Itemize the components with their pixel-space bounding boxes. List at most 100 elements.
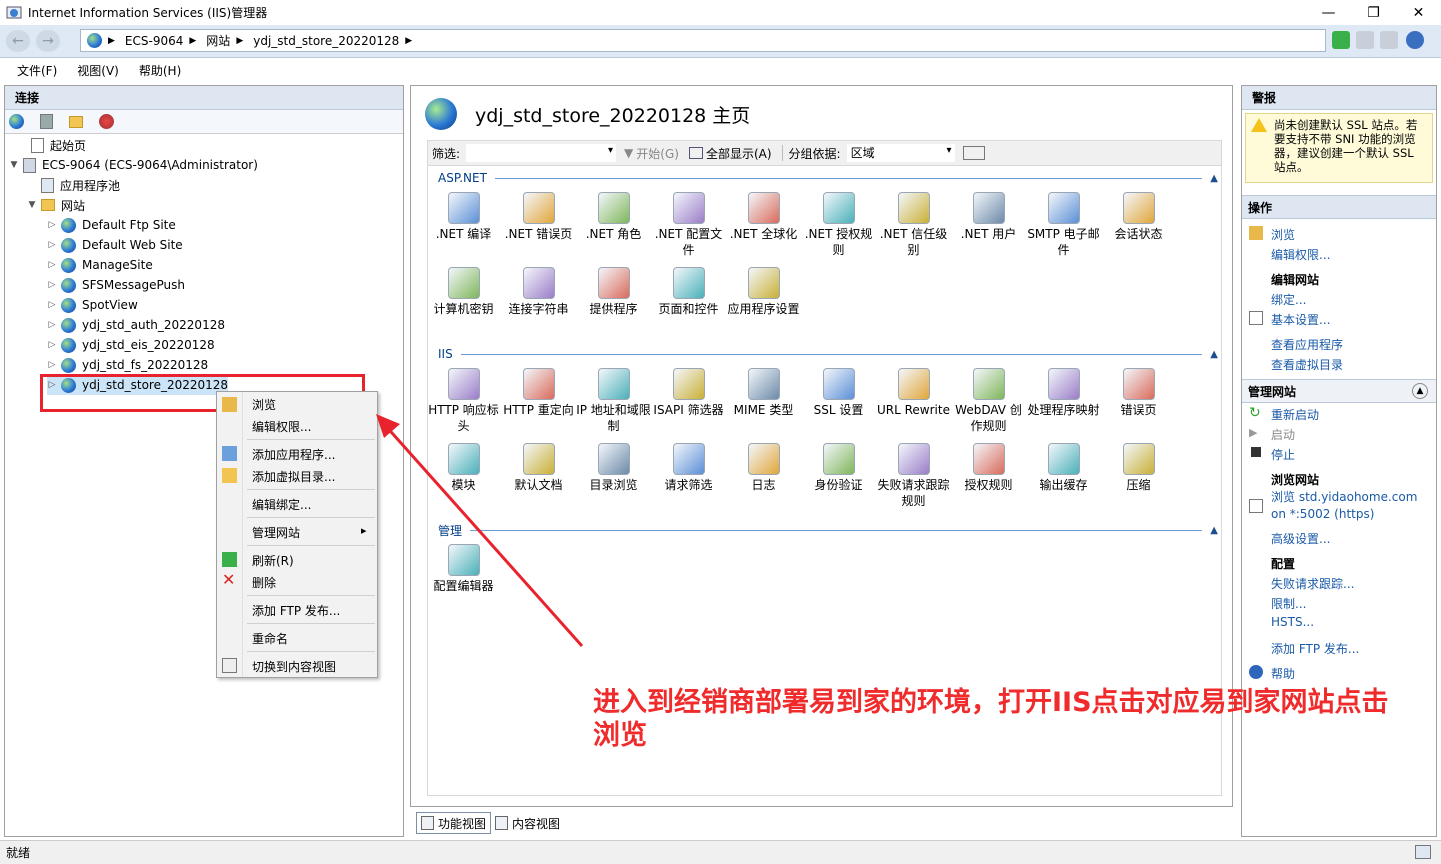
menu-item-add-ftp[interactable]: 添加 FTP 发布...: [252, 602, 340, 619]
action-basic-settings[interactable]: 基本设置...: [1271, 311, 1330, 328]
feature-item[interactable]: 应用程序设置: [726, 267, 801, 317]
feature-item[interactable]: 压缩: [1101, 443, 1176, 493]
feature-item[interactable]: 错误页: [1101, 368, 1176, 418]
feature-item[interactable]: 连接字符串: [501, 267, 576, 317]
minimize-button[interactable]: —: [1306, 0, 1351, 25]
chevron-right-icon[interactable]: ▷: [47, 360, 57, 370]
tree-site[interactable]: ▷ Default Web Site: [47, 235, 183, 255]
action-edit-permissions[interactable]: 编辑权限...: [1271, 246, 1330, 263]
manage-site-header[interactable]: 管理网站 ▲: [1242, 379, 1436, 403]
chevron-right-icon[interactable]: ▷: [47, 220, 57, 230]
menu-item-manage-site[interactable]: 管理网站: [252, 524, 300, 541]
menu-item-refresh[interactable]: 刷新(R): [252, 552, 294, 569]
chevron-right-icon[interactable]: ▷: [47, 260, 57, 270]
collapse-icon[interactable]: ▲: [1412, 383, 1428, 399]
menu-item-edit-permissions[interactable]: 编辑权限...: [252, 418, 311, 435]
help-icon[interactable]: [1406, 31, 1424, 49]
home-icon[interactable]: [1380, 31, 1398, 49]
feature-item[interactable]: .NET 全球化: [726, 192, 801, 242]
stop-icon[interactable]: [1356, 31, 1374, 49]
chevron-down-icon[interactable]: ▼: [9, 160, 19, 170]
feature-item[interactable]: .NET 错误页: [501, 192, 576, 242]
feature-item[interactable]: .NET 配置文件: [651, 192, 726, 258]
disconnect-icon[interactable]: [99, 114, 114, 129]
feature-item[interactable]: 失败请求跟踪规则: [876, 443, 951, 509]
menu-item-add-application[interactable]: 添加应用程序...: [252, 446, 335, 463]
tree-site[interactable]: ▷ SpotView: [47, 295, 138, 315]
action-start[interactable]: 启动: [1271, 426, 1295, 443]
group-by-select[interactable]: 区域: [846, 144, 955, 162]
section-aspnet[interactable]: ASP.NET ▲: [438, 170, 1218, 186]
chevron-right-icon[interactable]: ▷: [47, 320, 57, 330]
menu-item-delete[interactable]: 删除: [252, 574, 276, 591]
connect-icon[interactable]: [9, 114, 24, 129]
action-advanced-settings[interactable]: 高级设置...: [1271, 530, 1330, 547]
feature-item[interactable]: SMTP 电子邮件: [1026, 192, 1101, 258]
action-stop[interactable]: 停止: [1271, 446, 1295, 463]
menu-help[interactable]: 帮助(H): [139, 62, 181, 79]
crumb-sites[interactable]: 网站: [206, 32, 230, 49]
tree-site[interactable]: ▷ ydj_std_fs_20220128: [47, 355, 208, 375]
feature-item[interactable]: .NET 信任级别: [876, 192, 951, 258]
menu-item-add-virtual-dir[interactable]: 添加虚拟目录...: [252, 468, 335, 485]
crumb-site[interactable]: ydj_std_store_20220128: [253, 34, 399, 48]
feature-item[interactable]: URL Rewrite: [876, 368, 951, 418]
collapse-icon[interactable]: ▲: [1210, 349, 1218, 360]
feature-item[interactable]: 页面和控件: [651, 267, 726, 317]
tab-content-view[interactable]: 内容视图: [491, 812, 564, 834]
chevron-right-icon[interactable]: ▷: [47, 240, 57, 250]
menu-item-edit-bindings[interactable]: 编辑绑定...: [252, 496, 311, 513]
menu-item-rename[interactable]: 重命名: [252, 630, 288, 647]
show-all-button[interactable]: 全部显示(A): [688, 145, 772, 162]
action-bindings[interactable]: 绑定...: [1271, 291, 1306, 308]
tree-site[interactable]: ▷ Default Ftp Site: [47, 215, 176, 235]
feature-item[interactable]: 请求筛选: [651, 443, 726, 493]
feature-item[interactable]: 日志: [726, 443, 801, 493]
menu-item-switch-content-view[interactable]: 切换到内容视图: [252, 658, 336, 675]
feature-item[interactable]: ISAPI 筛选器: [651, 368, 726, 418]
forward-button[interactable]: →: [36, 30, 60, 52]
tree-site[interactable]: ▷ ManageSite: [47, 255, 153, 275]
feature-item[interactable]: WebDAV 创作规则: [951, 368, 1026, 434]
feature-item[interactable]: .NET 授权规则: [801, 192, 876, 258]
feature-item[interactable]: .NET 编译: [426, 192, 501, 242]
tree-start-page[interactable]: 起始页: [17, 135, 86, 155]
action-view-apps[interactable]: 查看应用程序: [1271, 336, 1343, 353]
breadcrumb[interactable]: ▶ ECS-9064 ▶ 网站 ▶ ydj_std_store_20220128…: [80, 29, 1326, 52]
crumb-server[interactable]: ECS-9064: [125, 34, 183, 48]
action-browse-url[interactable]: 浏览 std.yidaohome.com on *:5002 (https): [1271, 489, 1435, 523]
feature-item[interactable]: 身份验证: [801, 443, 876, 493]
feature-item[interactable]: MIME 类型: [726, 368, 801, 418]
collapse-icon[interactable]: ▲: [1210, 525, 1218, 536]
up-folder-icon[interactable]: [69, 115, 83, 128]
tree-site[interactable]: ▷ SFSMessagePush: [47, 275, 185, 295]
action-browse[interactable]: 浏览: [1271, 226, 1295, 243]
tree-server[interactable]: ▼ ECS-9064 (ECS-9064\Administrator): [9, 155, 258, 175]
chevron-right-icon[interactable]: ▷: [47, 300, 57, 310]
feature-item[interactable]: 计算机密钥: [426, 267, 501, 317]
view-mode-icon[interactable]: [962, 146, 985, 160]
chevron-down-icon[interactable]: ▼: [27, 200, 37, 210]
go-button[interactable]: ▼ 开始(G): [624, 145, 679, 162]
action-add-ftp[interactable]: 添加 FTP 发布...: [1271, 640, 1359, 657]
menu-file[interactable]: 文件(F): [17, 62, 57, 79]
back-button[interactable]: ←: [6, 30, 30, 52]
action-failed-tracing[interactable]: 失败请求跟踪...: [1271, 575, 1354, 592]
chevron-right-icon[interactable]: ▷: [47, 340, 57, 350]
action-help[interactable]: 帮助: [1271, 665, 1295, 682]
feature-item[interactable]: 提供程序: [576, 267, 651, 317]
refresh-icon[interactable]: [1332, 31, 1350, 49]
close-button[interactable]: ✕: [1396, 0, 1441, 25]
collapse-icon[interactable]: ▲: [1210, 173, 1218, 184]
feature-item[interactable]: 授权规则: [951, 443, 1026, 493]
filter-input[interactable]: [466, 144, 617, 162]
save-icon[interactable]: [40, 114, 53, 129]
feature-item[interactable]: 处理程序映射: [1026, 368, 1101, 418]
tree-site[interactable]: ▷ ydj_std_auth_20220128: [47, 315, 225, 335]
feature-item[interactable]: SSL 设置: [801, 368, 876, 418]
feature-item[interactable]: 输出缓存: [1026, 443, 1101, 493]
feature-item[interactable]: 会话状态: [1101, 192, 1176, 242]
feature-item[interactable]: .NET 角色: [576, 192, 651, 242]
menu-view[interactable]: 视图(V): [77, 62, 119, 79]
action-view-vdirs[interactable]: 查看虚拟目录: [1271, 356, 1343, 373]
